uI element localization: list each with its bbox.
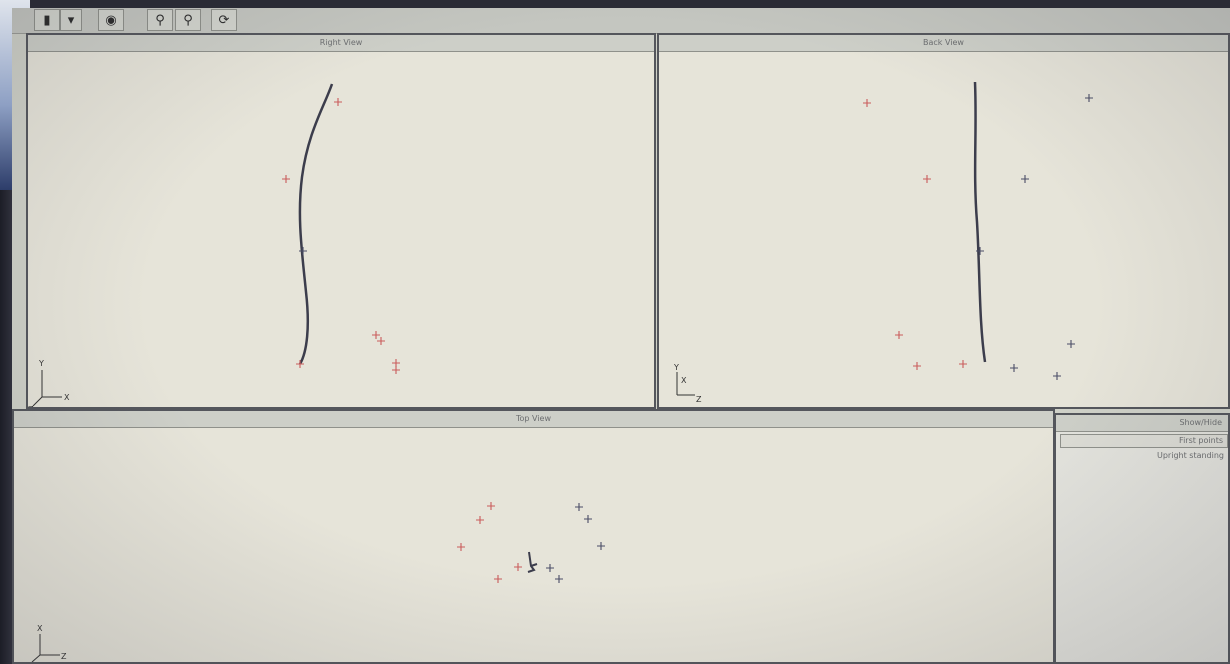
marker-plus <box>575 503 583 511</box>
marker-plus <box>1053 372 1061 380</box>
spine-curve-back <box>973 81 987 363</box>
back-view-viewport[interactable]: Y X Z <box>659 52 1228 407</box>
axis-label-x: X <box>64 393 70 402</box>
marker-plus <box>597 542 605 550</box>
marker-plus <box>392 366 400 374</box>
top-view-viewport[interactable]: X Z <box>14 428 1053 662</box>
marker-plus <box>494 575 502 583</box>
app-screen: ▮ ▾ ◉ ⚲ ⚲ ⟳ Right View Y X Back View Y X… <box>12 8 1230 664</box>
spine-curve-right <box>298 83 334 365</box>
marker-plus <box>923 175 931 183</box>
back-view-panel[interactable]: Back View Y X Z <box>657 33 1230 409</box>
toolbar-refresh-icon[interactable]: ⟳ <box>211 9 237 31</box>
show-hide-title: Show/Hide <box>1056 415 1228 432</box>
axis-label-y: Y <box>38 359 44 368</box>
top-view-title: Top View <box>14 411 1053 428</box>
marker-plus <box>392 359 400 367</box>
marker-plus <box>1085 94 1093 102</box>
marker-plus <box>1067 340 1075 348</box>
axis-label-z: Z <box>28 405 34 407</box>
marker-plus <box>584 515 592 523</box>
toolbar-dropdown-icon[interactable]: ▾ <box>60 9 82 31</box>
marker-plus <box>863 99 871 107</box>
toolbar-view-icon[interactable]: ◉ <box>98 9 124 31</box>
marker-plus <box>959 360 967 368</box>
marker-plus <box>457 543 465 551</box>
marker-plus <box>895 331 903 339</box>
axis-label-z: Z <box>696 395 702 404</box>
toolbar-zoom-out-icon[interactable]: ⚲ <box>175 9 201 31</box>
marker-plus <box>476 516 484 524</box>
back-view-title: Back View <box>659 35 1228 52</box>
axis-gizmo <box>32 370 62 407</box>
show-hide-item-first-points[interactable]: First points <box>1060 434 1228 448</box>
axis-label-x: X <box>681 376 687 385</box>
toolbar-file-icon[interactable]: ▮ <box>34 9 60 31</box>
marker-plus <box>1010 364 1018 372</box>
right-view-viewport[interactable]: Y X Z <box>28 52 654 407</box>
show-hide-panel: Show/Hide First points Upright standing <box>1054 413 1230 664</box>
marker-plus <box>487 502 495 510</box>
axis-gizmo <box>31 634 60 662</box>
axis-label-y: Y <box>673 363 679 372</box>
right-view-panel[interactable]: Right View Y X <box>26 33 656 409</box>
marker-plus <box>282 175 290 183</box>
marker-plus <box>546 564 554 572</box>
marker-plus <box>334 98 342 106</box>
axis-label-z: Z <box>61 652 67 661</box>
marker-plus <box>1021 175 1029 183</box>
spine-trace-top <box>527 551 538 573</box>
marker-plus <box>555 575 563 583</box>
toolbar: ▮ ▾ ◉ ⚲ ⚲ ⟳ <box>12 8 1230 34</box>
right-view-title: Right View <box>28 35 654 52</box>
toolbar-zoom-in-icon[interactable]: ⚲ <box>147 9 173 31</box>
top-view-panel[interactable]: Top View X Z <box>12 409 1055 664</box>
show-hide-item-upright-standing[interactable]: Upright standing <box>1060 450 1228 462</box>
marker-plus <box>514 563 522 571</box>
axis-label-x: X <box>37 624 43 633</box>
marker-plus <box>299 247 307 255</box>
marker-plus <box>913 362 921 370</box>
marker-plus <box>372 331 380 339</box>
marker-plus <box>377 337 385 345</box>
